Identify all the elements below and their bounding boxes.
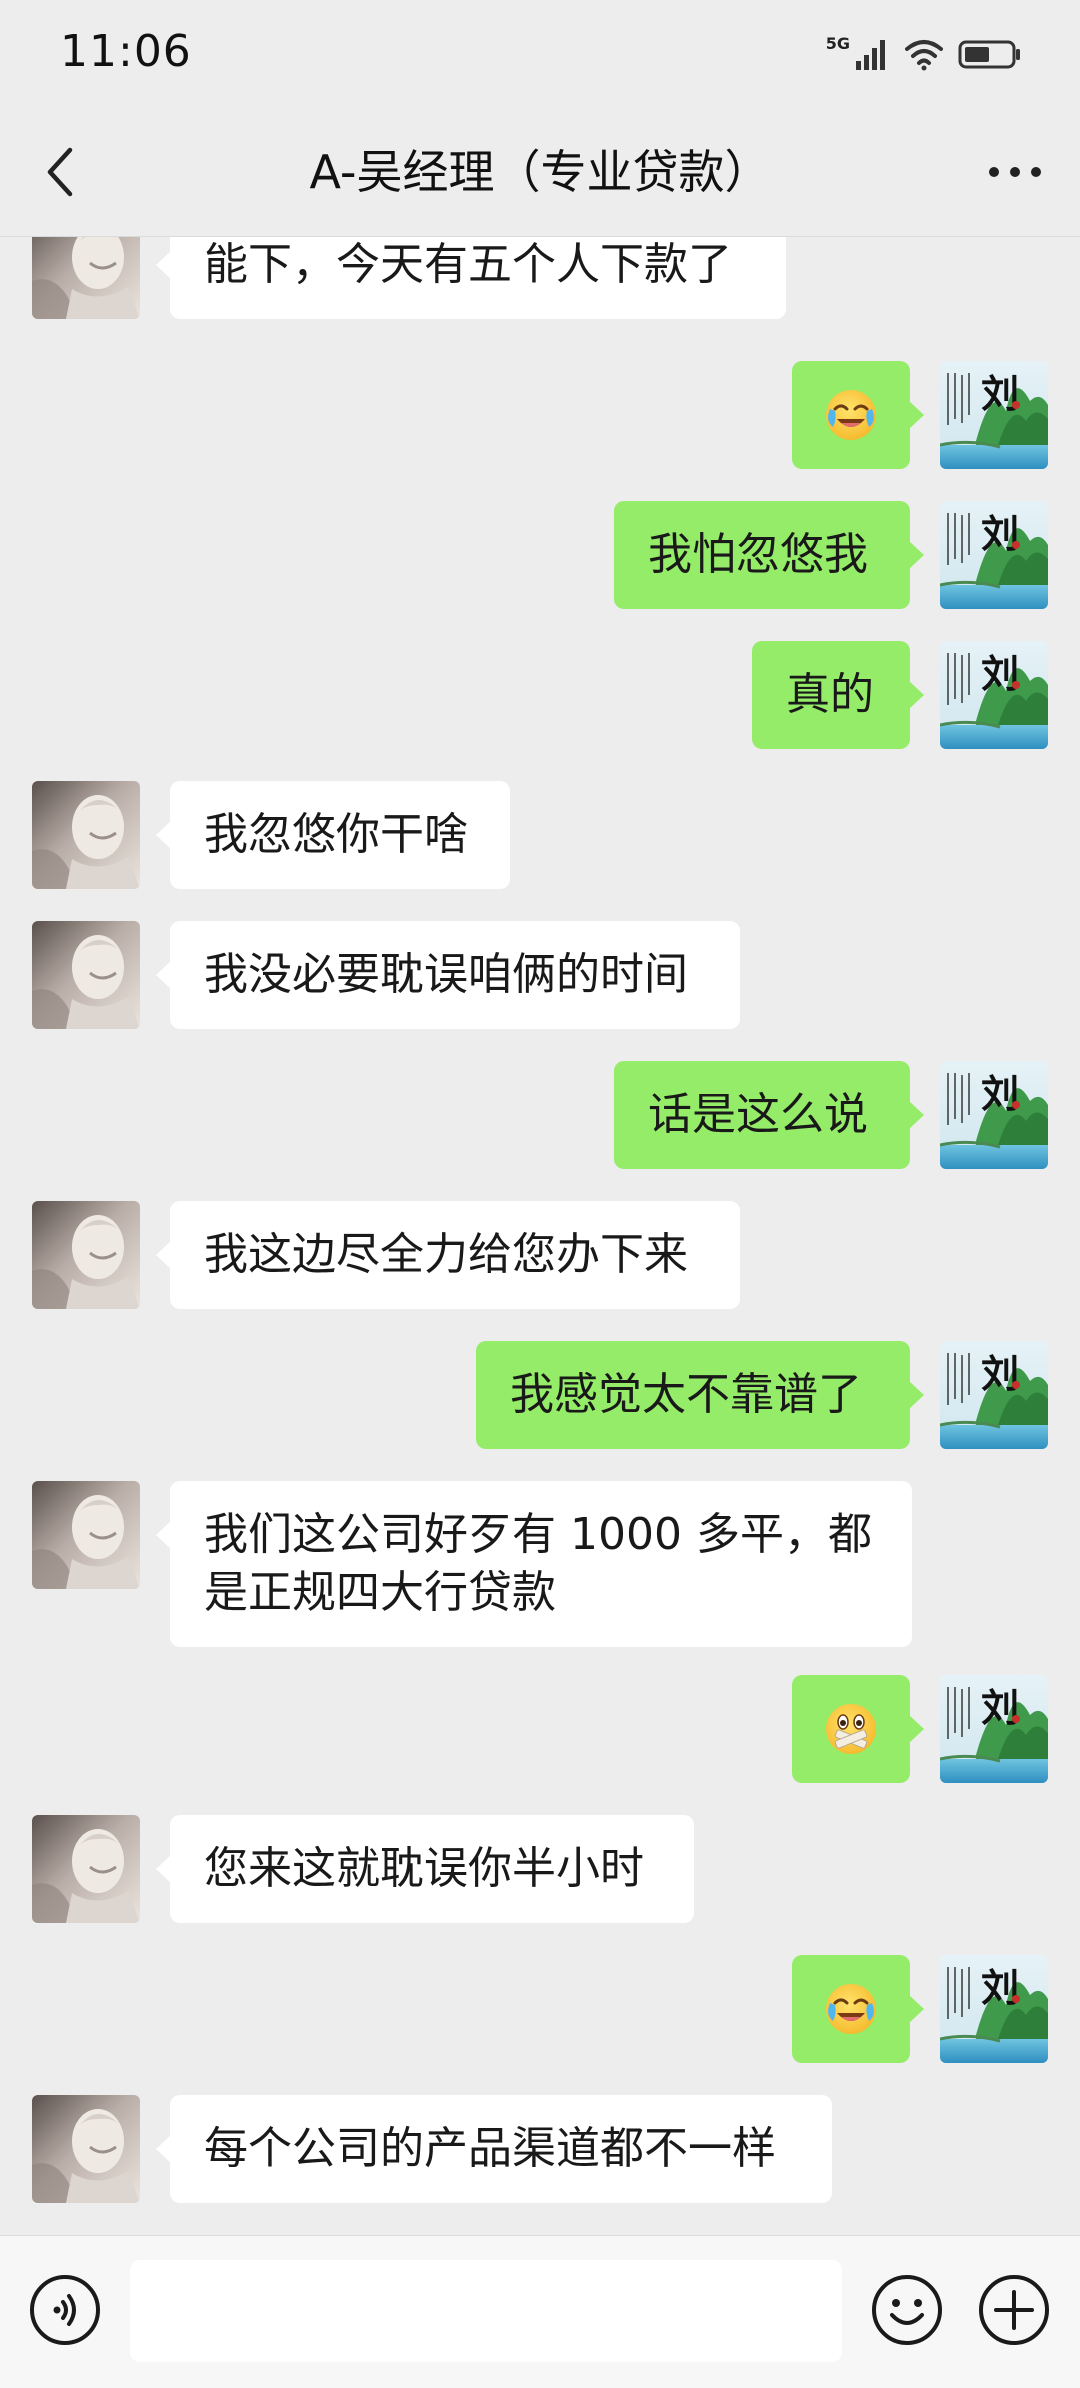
message-bubble[interactable]: 您来这就耽误你半小时 <box>156 1815 694 1923</box>
self-avatar[interactable] <box>940 1955 1048 2063</box>
message-bubble[interactable]: 我没必要耽误咱俩的时间 <box>156 921 740 1029</box>
message-bubble[interactable]: 每个公司的产品渠道都不一样 <box>156 2095 832 2203</box>
self-avatar[interactable] <box>940 1341 1048 1449</box>
chat-header: A-吴经理（专业贷款） <box>0 108 1080 237</box>
contact-avatar[interactable] <box>32 1201 140 1309</box>
more-options-button[interactable] <box>980 142 1050 202</box>
shushing-tape-emoji-icon <box>823 1701 879 1757</box>
chat-screen: 11:06 5G A-吴经理（专业贷款） 能下，今天有五个人下款了 我怕忽悠我 … <box>0 0 1080 2388</box>
emoji-face-icon <box>872 2275 942 2345</box>
contact-avatar[interactable] <box>32 2095 140 2203</box>
contact-avatar[interactable] <box>32 237 140 319</box>
status-icons: 5G <box>826 32 1022 76</box>
chat-title: A-吴经理（专业贷款） <box>309 145 771 199</box>
crying-laughing-emoji-icon <box>823 387 879 443</box>
message-input[interactable] <box>130 2260 842 2362</box>
contact-avatar[interactable] <box>32 1815 140 1923</box>
back-button[interactable] <box>30 142 90 202</box>
cellular-signal-icon <box>856 40 885 70</box>
self-avatar[interactable] <box>940 361 1048 469</box>
plus-circle-icon <box>979 2275 1049 2345</box>
voice-input-button[interactable] <box>28 2273 102 2347</box>
self-avatar[interactable] <box>940 1061 1048 1169</box>
emoji-bubble[interactable] <box>792 1675 924 1783</box>
input-bar <box>0 2235 1080 2388</box>
emoji-bubble[interactable] <box>792 361 924 469</box>
contact-avatar[interactable] <box>32 1481 140 1589</box>
contact-avatar[interactable] <box>32 781 140 889</box>
message-bubble[interactable]: 我们这公司好歹有 1000 多平，都是正规四大行贷款 <box>156 1481 912 1647</box>
voice-input-icon <box>30 2275 100 2345</box>
message-bubble[interactable]: 真的 <box>752 641 924 749</box>
message-bubble[interactable]: 我感觉太不靠谱了 <box>476 1341 924 1449</box>
self-avatar[interactable] <box>940 641 1048 749</box>
battery-icon <box>958 40 1020 69</box>
status-time: 11:06 <box>60 26 192 77</box>
message-bubble[interactable]: 话是这么说 <box>614 1061 924 1169</box>
status-bar: 11:06 5G <box>0 0 1080 108</box>
more-dots-icon <box>989 167 1041 177</box>
wifi-icon <box>905 40 943 71</box>
network-type-label: 5G <box>825 34 850 53</box>
message-bubble[interactable]: 能下，今天有五个人下款了 <box>156 237 786 319</box>
crying-laughing-emoji-icon <box>823 1981 879 2037</box>
message-bubble[interactable]: 我忽悠你干啥 <box>156 781 510 889</box>
contact-avatar[interactable] <box>32 921 140 1029</box>
emoji-button[interactable] <box>870 2273 944 2347</box>
more-actions-button[interactable] <box>977 2273 1051 2347</box>
message-list[interactable]: 能下，今天有五个人下款了 我怕忽悠我 真的 我忽悠你干啥 我没必要耽误咱俩的时间… <box>0 237 1080 2235</box>
self-avatar[interactable] <box>940 1675 1048 1783</box>
self-avatar[interactable] <box>940 501 1048 609</box>
message-bubble[interactable]: 我这边尽全力给您办下来 <box>156 1201 740 1309</box>
message-bubble[interactable]: 我怕忽悠我 <box>614 501 924 609</box>
emoji-bubble[interactable] <box>792 1955 924 2063</box>
chevron-left-icon <box>47 147 73 197</box>
